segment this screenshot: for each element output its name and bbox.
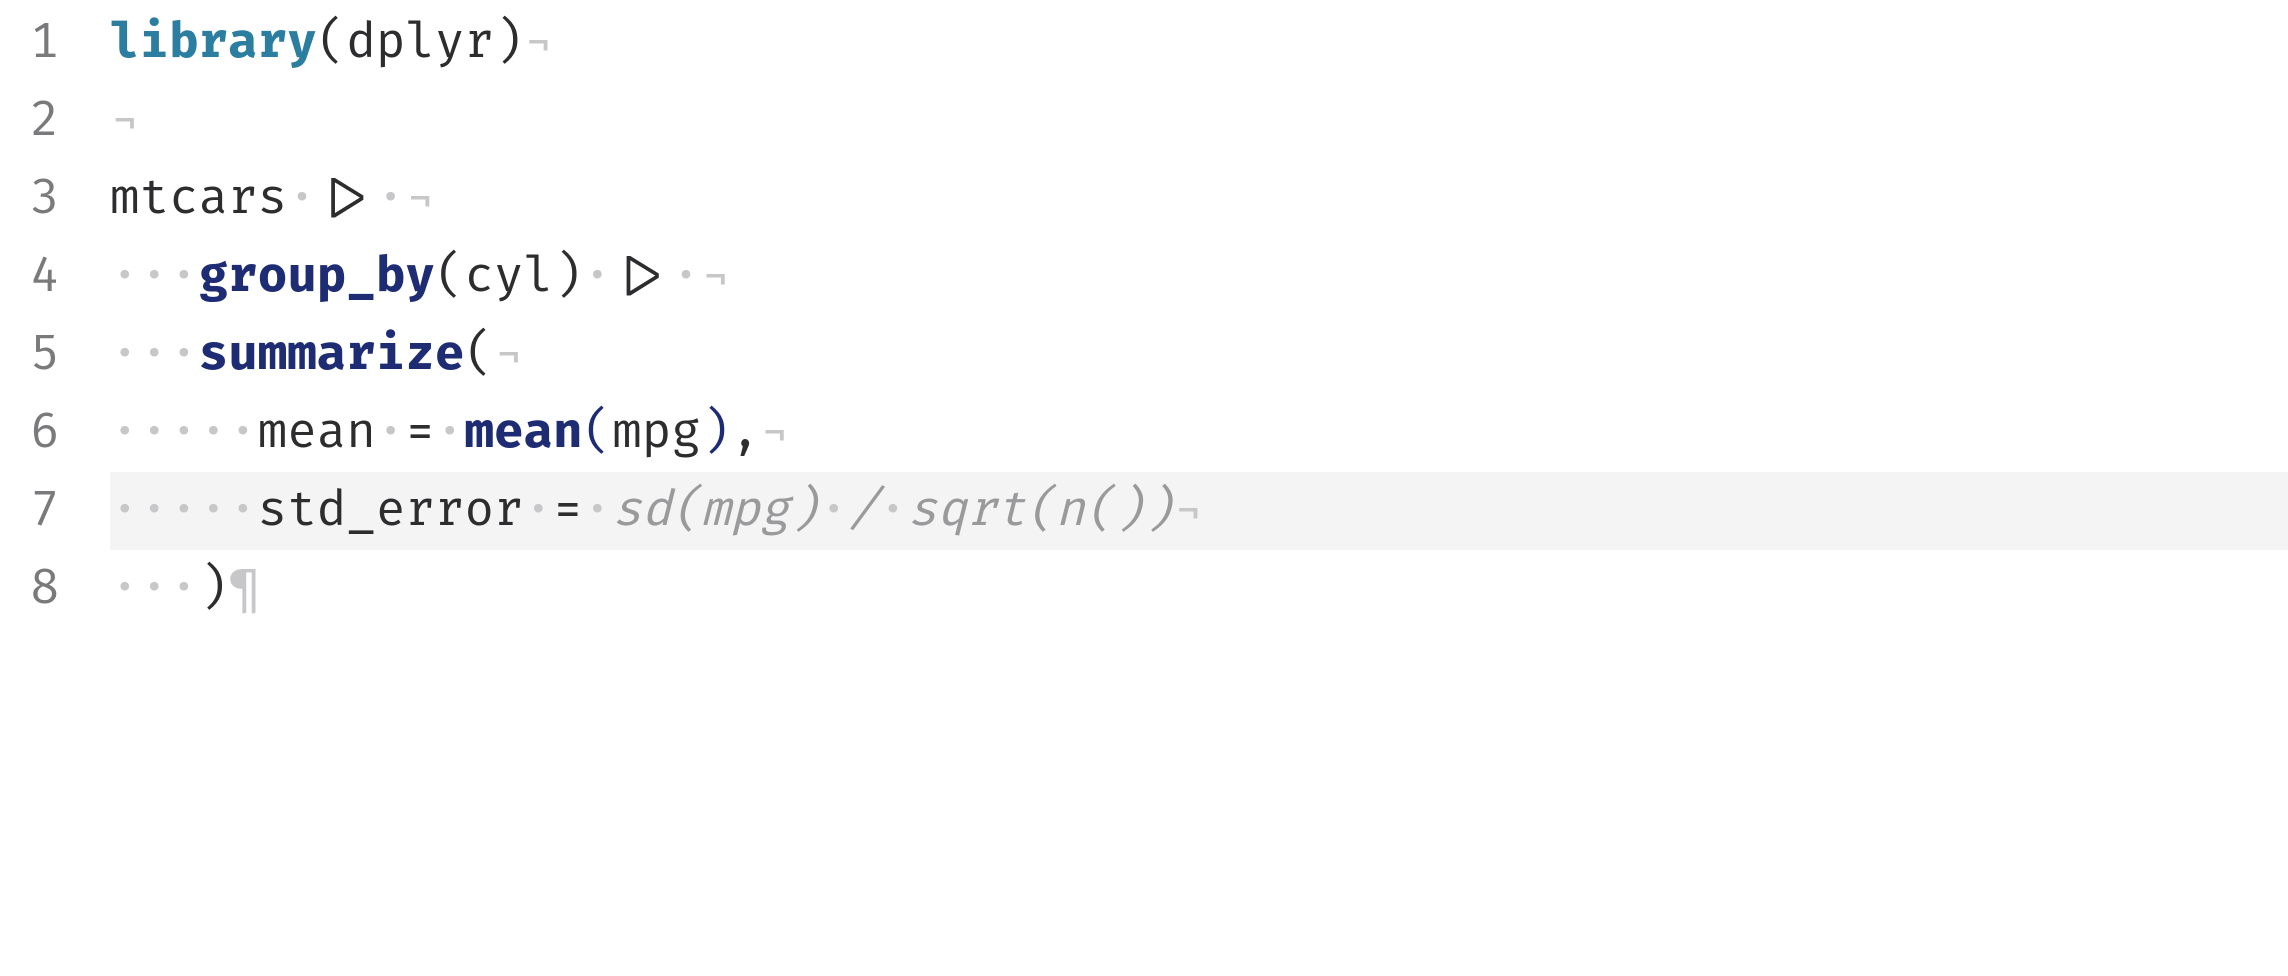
- code-content[interactable]: ···)¶: [110, 550, 2288, 628]
- token: sqrt(n()): [908, 481, 1174, 540]
- token: ···: [110, 247, 199, 306]
- code-line[interactable]: 4···group_by(cyl)·|>·¬: [0, 238, 2288, 316]
- token: /: [849, 481, 879, 540]
- token: |>: [612, 247, 671, 306]
- line-number: 2: [0, 82, 110, 160]
- token: ·: [287, 169, 317, 228]
- code-line[interactable]: 3mtcars·|>·¬: [0, 160, 2288, 238]
- line-number: 4: [0, 238, 110, 316]
- token: cyl: [464, 247, 553, 306]
- token: library: [110, 13, 317, 72]
- code-line[interactable]: 1library(dplyr)¬: [0, 4, 2288, 82]
- token: ·: [524, 481, 554, 540]
- token: ·····: [110, 403, 258, 462]
- token: (: [435, 247, 465, 306]
- token: =: [553, 481, 583, 540]
- token: ···: [110, 559, 199, 618]
- token: ): [701, 403, 731, 462]
- token: dplyr: [346, 13, 494, 72]
- token: ·: [671, 247, 701, 306]
- token: ): [494, 13, 524, 72]
- token: mean: [258, 403, 376, 462]
- token: sd(mpg): [612, 481, 819, 540]
- token: ¶: [228, 559, 258, 618]
- token: ·: [435, 403, 465, 462]
- token: ·: [376, 169, 406, 228]
- code-content[interactable]: ···summarize(¬: [110, 316, 2288, 394]
- token: summarize: [199, 325, 465, 384]
- token: ¬: [110, 91, 140, 150]
- code-editor[interactable]: 1library(dplyr)¬2¬3mtcars·|>·¬4···group_…: [0, 0, 2288, 628]
- code-line[interactable]: 6·····mean·=·mean(mpg),¬: [0, 394, 2288, 472]
- code-line[interactable]: 8···)¶: [0, 550, 2288, 628]
- token: group_by: [199, 247, 435, 306]
- code-content[interactable]: ¬: [110, 82, 2288, 160]
- line-number: 6: [0, 394, 110, 472]
- token: ·····: [110, 481, 258, 540]
- line-number: 1: [0, 4, 110, 82]
- line-number: 8: [0, 550, 110, 628]
- line-number: 5: [0, 316, 110, 394]
- token: ¬: [524, 13, 554, 72]
- code-line[interactable]: 2¬: [0, 82, 2288, 160]
- token: ¬: [405, 169, 435, 228]
- token: ·: [878, 481, 908, 540]
- code-line[interactable]: 5···summarize(¬: [0, 316, 2288, 394]
- token: ···: [110, 325, 199, 384]
- token: mtcars: [110, 169, 287, 228]
- code-content[interactable]: library(dplyr)¬: [110, 4, 2288, 82]
- token: ·: [819, 481, 849, 540]
- token: ¬: [760, 403, 790, 462]
- code-content[interactable]: ·····std_error·=·sd(mpg)·/·sqrt(n())¬: [110, 472, 2288, 550]
- token: ): [553, 247, 583, 306]
- token: ·: [583, 247, 613, 306]
- line-number: 3: [0, 160, 110, 238]
- code-content[interactable]: ·····mean·=·mean(mpg),¬: [110, 394, 2288, 472]
- token: ·: [583, 481, 613, 540]
- token: ,: [730, 403, 760, 462]
- token: std_error: [258, 481, 524, 540]
- token: (: [464, 325, 494, 384]
- token: =: [405, 403, 435, 462]
- token: mean: [465, 403, 583, 462]
- token: (: [317, 13, 347, 72]
- token: ¬: [1173, 481, 1203, 540]
- token: (: [583, 403, 613, 462]
- code-line[interactable]: 7·····std_error·=·sd(mpg)·/·sqrt(n())¬: [0, 472, 2288, 550]
- token: ·: [376, 403, 406, 462]
- line-number: 7: [0, 472, 110, 550]
- code-content[interactable]: ···group_by(cyl)·|>·¬: [110, 238, 2288, 316]
- token: |>: [317, 169, 376, 228]
- token: ): [199, 559, 229, 618]
- token: ¬: [494, 325, 524, 384]
- code-content[interactable]: mtcars·|>·¬: [110, 160, 2288, 238]
- token: ¬: [701, 247, 731, 306]
- token: mpg: [612, 403, 701, 462]
